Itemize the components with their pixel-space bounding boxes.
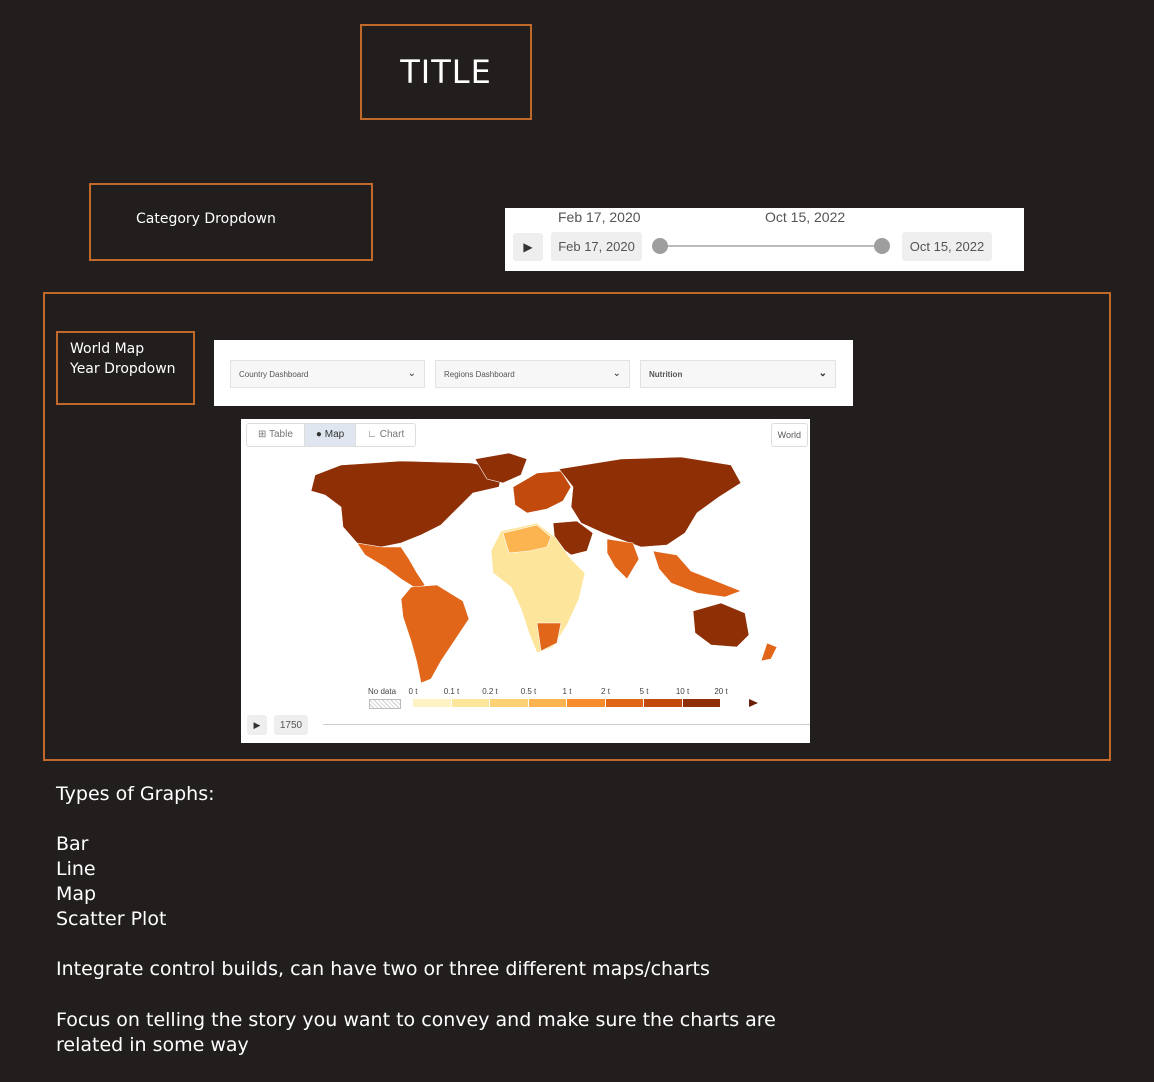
regions-dashboard-label: Regions Dashboard bbox=[444, 369, 515, 379]
country-dashboard-select[interactable]: Country Dashboard ⌄ bbox=[230, 360, 425, 388]
nutrition-label: Nutrition bbox=[649, 369, 683, 379]
slider-end-handle[interactable] bbox=[874, 238, 890, 254]
map-region-south-america[interactable] bbox=[400, 584, 470, 683]
legend-swatch bbox=[528, 699, 567, 707]
date-end-label: Oct 15, 2022 bbox=[765, 209, 846, 225]
category-dropdown[interactable]: Category Dropdown bbox=[89, 183, 373, 261]
legend-tick-label: 0 t bbox=[408, 687, 418, 696]
country-dashboard-label: Country Dashboard bbox=[239, 369, 309, 379]
legend-swatch bbox=[682, 699, 721, 707]
map-region-new-zealand[interactable] bbox=[760, 642, 778, 662]
map-region-southeast-asia[interactable] bbox=[652, 550, 742, 598]
map-region-central-america[interactable] bbox=[356, 542, 426, 590]
legend-no-data-swatch bbox=[369, 699, 401, 709]
map-region-australia[interactable] bbox=[692, 602, 750, 648]
legend-tick-label: 0.2 t bbox=[482, 687, 498, 696]
legend-swatch bbox=[605, 699, 644, 707]
play-icon: ▶ bbox=[253, 719, 261, 730]
play-button[interactable]: ▶ bbox=[513, 233, 543, 261]
table-icon: ⊞ bbox=[258, 429, 267, 440]
legend-arrow bbox=[749, 699, 758, 707]
legend-no-data-label: No data bbox=[368, 687, 397, 696]
slider-track[interactable] bbox=[660, 245, 882, 247]
year-dropdown-label: Year Dropdown bbox=[70, 361, 176, 377]
legend-swatch bbox=[413, 699, 452, 707]
legend-tick-label: 0.5 t bbox=[520, 687, 537, 696]
legend-tick-label: 0.1 t bbox=[443, 687, 460, 696]
world-map[interactable] bbox=[241, 447, 810, 683]
region-select-button[interactable]: World bbox=[770, 423, 808, 447]
legend-tick-label: 1 t bbox=[562, 687, 572, 696]
notes-line: related in some way bbox=[56, 1034, 249, 1056]
play-icon: ▶ bbox=[523, 240, 533, 254]
map-region-southern-africa[interactable] bbox=[536, 622, 562, 652]
legend-swatch bbox=[567, 699, 606, 707]
year-timeline[interactable] bbox=[323, 724, 810, 725]
tab-table[interactable]: ⊞ Table bbox=[247, 424, 305, 446]
date-range-slider: Feb 17, 2020 Oct 15, 2022 ▶ Feb 17, 2020… bbox=[505, 208, 1024, 271]
notes-item: Line bbox=[56, 858, 96, 880]
slider-start-handle[interactable] bbox=[652, 238, 668, 254]
legend-tick-label: 10 t bbox=[675, 687, 690, 696]
notes-item: Bar bbox=[56, 833, 89, 855]
tab-chart[interactable]: ∟ Chart bbox=[356, 424, 415, 446]
date-start-chip[interactable]: Feb 17, 2020 bbox=[551, 232, 642, 261]
regions-dashboard-select[interactable]: Regions Dashboard ⌄ bbox=[435, 360, 630, 388]
legend-swatch bbox=[644, 699, 683, 707]
tab-map[interactable]: ● Map bbox=[304, 424, 357, 446]
view-tabs: ⊞ Table ● Map ∟ Chart bbox=[246, 423, 417, 447]
title-box: TITLE bbox=[360, 24, 532, 120]
map-region-north-america[interactable] bbox=[310, 460, 504, 548]
timeline-play-button[interactable]: ▶ bbox=[247, 715, 267, 735]
nutrition-select[interactable]: Nutrition ⌄ bbox=[640, 360, 836, 388]
world-map-year-dropdown[interactable]: World Map Year Dropdown bbox=[56, 331, 195, 405]
map-widget: ⊞ Table ● Map ∟ Chart World No data 0 t … bbox=[241, 419, 810, 743]
date-start-label: Feb 17, 2020 bbox=[558, 209, 641, 225]
notes-heading: Types of Graphs: bbox=[56, 783, 215, 805]
chevron-down-icon: ⌄ bbox=[407, 368, 416, 379]
map-region-europe[interactable] bbox=[512, 470, 572, 514]
legend-swatch bbox=[451, 699, 490, 707]
year-chip[interactable]: 1750 bbox=[274, 715, 308, 735]
date-end-chip[interactable]: Oct 15, 2022 bbox=[902, 232, 992, 261]
line-chart-icon: ∟ bbox=[367, 429, 377, 440]
legend-tick-label: 5 t bbox=[639, 687, 649, 696]
dashboard-selector-panel: Country Dashboard ⌄ Regions Dashboard ⌄ … bbox=[214, 340, 853, 406]
notes-item: Scatter Plot bbox=[56, 908, 167, 930]
map-region-south-asia[interactable] bbox=[606, 538, 640, 580]
chevron-down-icon: ⌄ bbox=[612, 368, 621, 379]
legend-tick-label: 2 t bbox=[601, 687, 610, 696]
legend-tick-label: 20 t bbox=[714, 687, 728, 696]
globe-icon: ● bbox=[315, 429, 322, 440]
page-title: TITLE bbox=[400, 53, 492, 91]
world-map-label: World Map bbox=[70, 341, 145, 357]
legend-swatch bbox=[490, 699, 529, 707]
category-dropdown-label: Category Dropdown bbox=[136, 211, 276, 227]
notes-line: Integrate control builds, can have two o… bbox=[56, 958, 710, 980]
chevron-down-icon: ⌄ bbox=[818, 368, 827, 379]
notes-line: Focus on telling the story you want to c… bbox=[56, 1009, 776, 1031]
map-legend: No data 0 t 0.1 t 0.2 t 0.5 t 1 t 2 t 5 t 10 t 2… bbox=[241, 685, 810, 711]
notes-item: Map bbox=[56, 883, 97, 905]
